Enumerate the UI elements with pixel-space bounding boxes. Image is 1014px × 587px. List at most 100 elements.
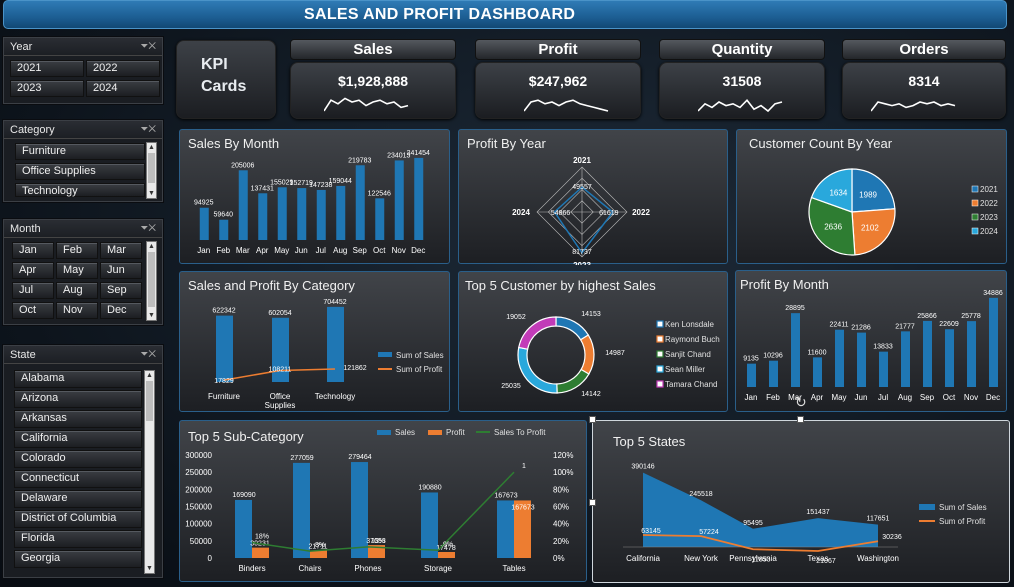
category-item-technology[interactable]: Technology	[15, 183, 145, 197]
legend-label: Sales	[395, 428, 415, 437]
selection-handle[interactable]	[797, 416, 804, 423]
kpi-card-2: 31508	[659, 62, 825, 119]
donut-slice	[556, 368, 590, 394]
state-item[interactable]: California	[14, 430, 142, 448]
month-item[interactable]: Sep	[100, 282, 142, 299]
month-item[interactable]: Feb	[56, 242, 98, 259]
year-item-2024[interactable]: 2024	[86, 80, 160, 97]
selection-handle[interactable]	[589, 416, 596, 423]
clear-filter-icon[interactable]: ⏷✕	[140, 223, 156, 234]
data-label: 25778	[961, 313, 981, 320]
state-item[interactable]: Georgia	[14, 550, 142, 568]
data-label: 59640	[214, 212, 234, 219]
month-item[interactable]: Jul	[12, 282, 54, 299]
data-label: 704452	[323, 299, 346, 306]
state-item[interactable]: Arkansas	[14, 410, 142, 428]
month-item[interactable]: Jan	[12, 242, 54, 259]
bar	[375, 198, 385, 240]
top5-states-panel[interactable]: Top 5 States 390146 245518 95495 151437 1176…	[592, 420, 1010, 583]
bar	[747, 363, 756, 387]
bar	[791, 313, 800, 387]
data-label: 30236	[882, 534, 902, 541]
category-item-office-supplies[interactable]: Office Supplies	[15, 163, 145, 180]
dashboard-title: SALES AND PROFIT DASHBOARD	[304, 6, 576, 23]
bar	[901, 331, 910, 387]
year-item-2022[interactable]: 2022	[86, 60, 160, 77]
data-label: 14987	[605, 350, 625, 357]
kpi-value: $247,962	[528, 73, 588, 89]
legend-label: Sum of Sales	[939, 503, 987, 512]
bar	[857, 332, 866, 387]
month-item[interactable]: Oct	[12, 302, 54, 319]
category-scrollbar[interactable]: ▲ ▼	[146, 142, 157, 199]
data-label: 54866	[551, 210, 571, 217]
state-item[interactable]: Arizona	[14, 390, 142, 408]
kpi-card-1: $247,962	[475, 62, 641, 119]
category-item-furniture[interactable]: Furniture	[15, 143, 145, 160]
legend-swatch	[656, 320, 664, 328]
rotate-handle-icon[interactable]: ↻	[795, 394, 807, 411]
year-item-2023[interactable]: 2023	[10, 80, 84, 97]
month-item[interactable]: Nov	[56, 302, 98, 319]
data-label: 61619	[599, 210, 619, 217]
tick-label: New York	[684, 554, 719, 563]
kpi-label-line1: KPI	[201, 56, 228, 73]
axis-label: 2024	[512, 208, 530, 217]
sales-by-month-chart: 94925Jan59640Feb205006Mar137431Apr155029…	[194, 150, 430, 255]
dashboard-title-bar: SALES AND PROFIT DASHBOARD	[3, 0, 1007, 29]
year-slicer[interactable]: Year ⏷✕ 2021 2022 2023 2024	[3, 37, 163, 104]
data-label: 137431	[251, 185, 274, 192]
donut-slice	[517, 346, 558, 394]
bar	[414, 157, 424, 240]
data-label: 25866	[917, 313, 937, 320]
month-item[interactable]: Apr	[12, 262, 54, 279]
month-scrollbar[interactable]: ▲ ▼	[146, 241, 157, 321]
state-scrollbar[interactable]: ▲ ▼	[144, 370, 155, 574]
selection-handle[interactable]	[589, 499, 596, 506]
state-item[interactable]: Connecticut	[14, 470, 142, 488]
tick-label: Apr	[811, 393, 824, 402]
clear-filter-icon[interactable]: ⏷✕	[140, 41, 156, 52]
data-label: 117651	[867, 516, 890, 523]
month-slicer[interactable]: Month ⏷✕ ▲ ▼ Jan Feb Mar Apr May Jun Jul Aug Sep Oc…	[3, 219, 163, 325]
kpi-sparkline	[871, 101, 956, 112]
tick-label: Mar	[236, 246, 250, 255]
data-label: 2102	[861, 223, 879, 232]
data-label: 95495	[743, 520, 763, 527]
state-item[interactable]: Colorado	[14, 450, 142, 468]
state-item[interactable]: Alabama	[14, 370, 142, 388]
state-slicer[interactable]: State ⏷✕ ▲ ▼ Alabama Arizona Arkansas Califor…	[3, 345, 163, 578]
data-label: 167673	[511, 504, 534, 511]
month-item[interactable]: May	[56, 262, 98, 279]
tick-label: May	[831, 393, 846, 402]
kpi-title-0: Sales	[290, 39, 456, 60]
year-item-2021[interactable]: 2021	[10, 60, 84, 77]
category-slicer[interactable]: Category ⏷✕ Furniture Office Supplies Tec…	[3, 120, 163, 202]
tick-label: Dec	[986, 393, 1000, 402]
customer-count-panel: Customer Count By Year 1989 2102 2636 1634 2…	[736, 129, 1007, 264]
bar	[945, 329, 954, 387]
clear-filter-icon[interactable]: ⏷✕	[140, 124, 156, 135]
data-label: 14153	[581, 311, 601, 318]
legend-swatch	[971, 227, 979, 235]
tick-label: Aug	[898, 393, 912, 402]
data-label: 167673	[494, 492, 517, 499]
kpi-label-line2: Cards	[201, 78, 247, 95]
customer-count-chart: 1989 2102 2636 1634 2021 2022 2023 2024	[808, 168, 998, 256]
month-item[interactable]: Dec	[100, 302, 142, 319]
y-tick: 200000	[185, 485, 212, 494]
data-label: 34886	[983, 290, 1003, 297]
state-item[interactable]: District of Columbia	[14, 510, 142, 528]
axis-label: 2022	[632, 208, 650, 217]
state-item[interactable]: Florida	[14, 530, 142, 548]
clear-filter-icon[interactable]: ⏷✕	[140, 349, 156, 360]
kpi-sparkline	[524, 99, 609, 112]
tick-label: Tables	[502, 564, 525, 573]
month-item[interactable]: Mar	[100, 242, 142, 259]
data-label: 22609	[939, 321, 959, 328]
month-item[interactable]: Aug	[56, 282, 98, 299]
month-item[interactable]: Jun	[100, 262, 142, 279]
tick-label: May	[274, 246, 289, 255]
state-item[interactable]: Delaware	[14, 490, 142, 508]
top5-subcategory-chart: 300000250000200000150000100000500000120%…	[185, 428, 573, 573]
